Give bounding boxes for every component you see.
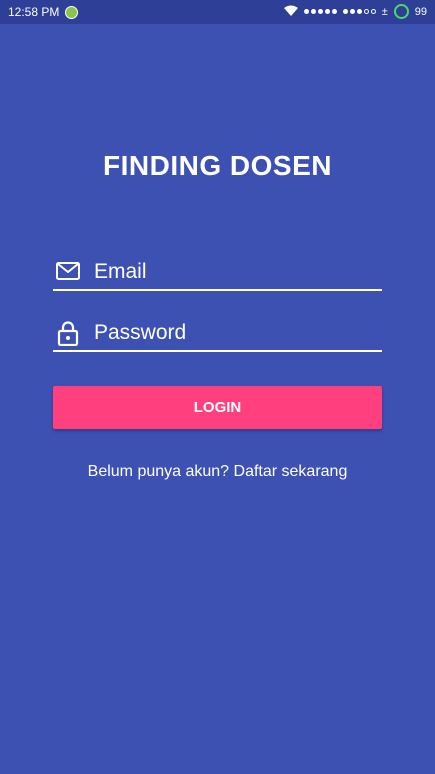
register-link[interactable]: Belum punya akun? Daftar sekarang — [0, 463, 435, 481]
notification-app-icon — [65, 5, 79, 19]
password-input[interactable] — [94, 316, 374, 350]
data-activity-indicator: ± — [381, 5, 388, 18]
email-input[interactable] — [94, 255, 374, 289]
email-field-container — [53, 255, 382, 291]
mail-icon — [55, 259, 81, 285]
status-right: ± 99 — [283, 4, 427, 19]
password-field-container — [53, 316, 382, 352]
battery-level: 99 — [414, 5, 427, 18]
status-bar: 12:58 PM ± 99 — [0, 0, 435, 24]
signal-strength-secondary-icon — [342, 9, 376, 14]
signal-strength-icon — [303, 9, 337, 14]
battery-icon — [393, 4, 409, 19]
app-title: FINDING DOSEN — [103, 150, 332, 181]
status-time: 12:58 PM — [8, 5, 60, 19]
login-button[interactable]: LOGIN — [53, 386, 382, 429]
status-left: 12:58 PM — [8, 5, 79, 19]
lock-icon — [55, 320, 81, 347]
wifi-icon — [283, 5, 298, 19]
